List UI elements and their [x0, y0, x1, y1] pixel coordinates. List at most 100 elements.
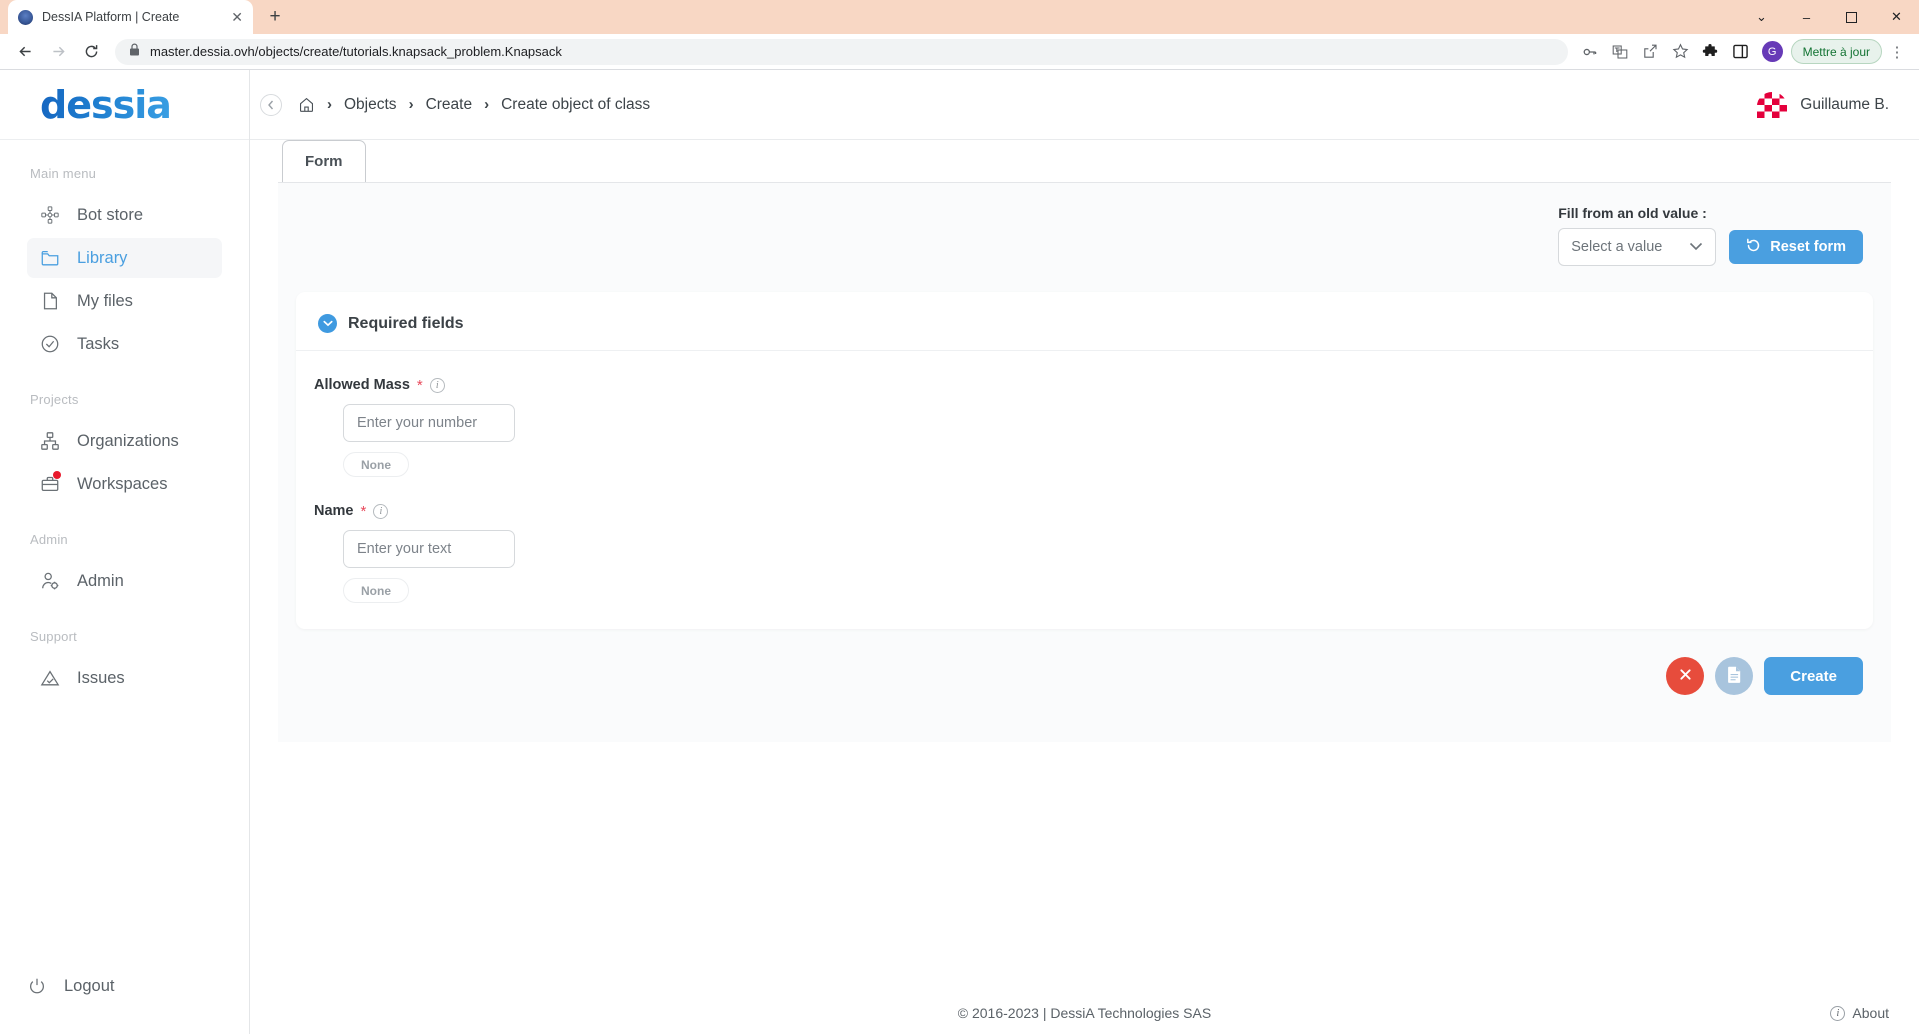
power-icon: [27, 976, 47, 996]
sidebar-item-tasks[interactable]: Tasks: [27, 324, 222, 364]
logout-button[interactable]: Logout: [0, 966, 249, 1006]
old-value-select[interactable]: Select a value: [1558, 228, 1717, 266]
reset-form-label: Reset form: [1770, 239, 1846, 255]
password-key-icon[interactable]: [1577, 38, 1604, 65]
field-label: Allowed Mass: [314, 377, 410, 393]
form-actions: Create: [278, 629, 1891, 695]
browser-tab[interactable]: DessIA Platform | Create ✕: [8, 0, 253, 34]
sidebar-item-my-files[interactable]: My files: [27, 281, 222, 321]
user-area[interactable]: Guillaume B.: [1757, 91, 1889, 118]
required-marker: *: [416, 376, 423, 394]
extensions-puzzle-icon[interactable]: [1697, 38, 1724, 65]
avatar: [1757, 91, 1788, 118]
chevron-down-circle-icon[interactable]: [318, 314, 337, 333]
close-window-icon[interactable]: ✕: [1874, 0, 1919, 34]
sidebar-item-bot-store[interactable]: Bot store: [27, 195, 222, 235]
card-title: Required fields: [348, 314, 464, 332]
browser-toolbar: master.dessia.ovh/objects/create/tutoria…: [0, 34, 1919, 70]
warning-triangle-icon: [40, 668, 60, 688]
sidepanel-icon[interactable]: [1727, 38, 1754, 65]
create-button[interactable]: Create: [1764, 657, 1863, 695]
allowed-mass-input[interactable]: [343, 404, 515, 442]
breadcrumb-separator: ›: [327, 96, 332, 113]
field-label-row: Name * i: [314, 503, 1873, 519]
window-controls: ⌄ – ✕: [1739, 0, 1919, 34]
field-name: Name * i None: [296, 477, 1873, 603]
back-icon[interactable]: [10, 37, 40, 67]
field-value-chip: None: [343, 578, 409, 603]
info-icon: i: [1830, 1005, 1846, 1021]
user-name: Guillaume B.: [1800, 95, 1889, 113]
sidebar-item-label: Organizations: [77, 431, 179, 450]
chevron-left-icon[interactable]: [260, 93, 282, 116]
bookmark-star-icon[interactable]: [1667, 38, 1694, 65]
sidebar-section-label: Projects: [30, 392, 79, 407]
fill-from-old-label: Fill from an old value :: [1558, 205, 1707, 221]
profile-avatar-chip[interactable]: G: [1761, 41, 1783, 62]
copyright-text: © 2016-2023 | DessiA Technologies SAS: [957, 1005, 1212, 1021]
sidebar-section-label: Main menu: [30, 166, 97, 181]
name-input[interactable]: [343, 530, 515, 568]
url-text: master.dessia.ovh/objects/create/tutoria…: [150, 44, 562, 59]
breadcrumb-item-create[interactable]: Create: [426, 96, 473, 114]
breadcrumb-separator: ›: [484, 96, 490, 113]
translate-icon[interactable]: [1607, 38, 1634, 65]
fill-from-old-row: Fill from an old value : Select a value: [278, 205, 1891, 266]
top-bar: › Objects › Create › Create object of cl…: [250, 70, 1919, 140]
field-value-chip: None: [343, 452, 409, 477]
sidebar-section-label: Support: [30, 629, 77, 644]
breadcrumb-item-current: Create object of class: [501, 95, 651, 113]
tabs-row: Form: [250, 140, 1919, 182]
about-label: About: [1852, 1005, 1889, 1021]
breadcrumb-item-objects[interactable]: Objects: [344, 96, 397, 114]
document-icon: [1727, 666, 1742, 686]
sidebar-item-admin[interactable]: Admin: [27, 561, 222, 601]
sidebar-item-issues[interactable]: Issues: [27, 658, 222, 698]
sidebar-menu: Main menu Bot store Library My files Tas…: [0, 140, 249, 966]
main-column: › Objects › Create › Create object of cl…: [250, 70, 1919, 1034]
notification-badge: [53, 471, 61, 479]
required-marker: *: [360, 502, 367, 520]
sidebar-item-organizations[interactable]: Organizations: [27, 421, 222, 461]
logout-label: Logout: [64, 976, 115, 995]
reset-form-button[interactable]: Reset form: [1729, 230, 1863, 264]
browser-tab-strip: DessIA Platform | Create ✕ + ⌄ – ✕: [0, 0, 1919, 34]
chevron-down-icon[interactable]: ⌄: [1739, 0, 1784, 34]
field-allowed-mass: Allowed Mass * i None: [296, 351, 1873, 477]
sidebar: dessia Main menu Bot store Library My fi…: [0, 70, 250, 1034]
sidebar-item-label: Workspaces: [77, 474, 168, 493]
user-gear-icon: [40, 571, 60, 591]
maximize-icon[interactable]: [1829, 0, 1874, 34]
save-draft-button[interactable]: [1715, 657, 1754, 695]
form-panel: Fill from an old value : Select a value: [278, 182, 1891, 742]
info-icon[interactable]: i: [429, 377, 445, 393]
sidebar-item-library[interactable]: Library: [27, 238, 222, 278]
address-bar[interactable]: master.dessia.ovh/objects/create/tutoria…: [115, 38, 1568, 65]
cancel-button[interactable]: [1666, 657, 1705, 695]
dessia-logo[interactable]: dessia: [40, 83, 172, 127]
about-link[interactable]: i About: [1830, 1005, 1889, 1021]
sidebar-item-workspaces[interactable]: Workspaces: [27, 464, 222, 504]
footer: © 2016-2023 | DessiA Technologies SAS i …: [250, 992, 1919, 1034]
info-icon[interactable]: i: [373, 503, 389, 519]
close-icon[interactable]: ✕: [231, 10, 243, 24]
forward-icon[interactable]: [43, 37, 73, 67]
home-icon[interactable]: [298, 96, 315, 113]
update-button[interactable]: Mettre à jour: [1790, 39, 1882, 64]
reload-icon[interactable]: [76, 37, 106, 67]
browser-menu-icon[interactable]: ⋮: [1885, 43, 1909, 61]
chevron-down-icon: [1689, 239, 1703, 255]
tab-form[interactable]: Form: [282, 140, 366, 182]
share-icon[interactable]: [1637, 38, 1664, 65]
globe-icon: [18, 9, 33, 25]
org-chart-icon: [40, 431, 60, 451]
breadcrumb: › Objects › Create › Create object of cl…: [250, 93, 651, 116]
card-header: Required fields: [296, 292, 1873, 351]
minimize-icon[interactable]: –: [1784, 0, 1829, 34]
bot-network-icon: [40, 205, 60, 225]
content-area: Form Fill from an old value : Select a v…: [250, 140, 1919, 992]
required-fields-card: Required fields Allowed Mass * i None: [296, 292, 1873, 629]
close-x-icon: [1679, 668, 1692, 684]
new-tab-button[interactable]: +: [261, 3, 289, 31]
field-label-row: Allowed Mass * i: [314, 377, 1873, 393]
